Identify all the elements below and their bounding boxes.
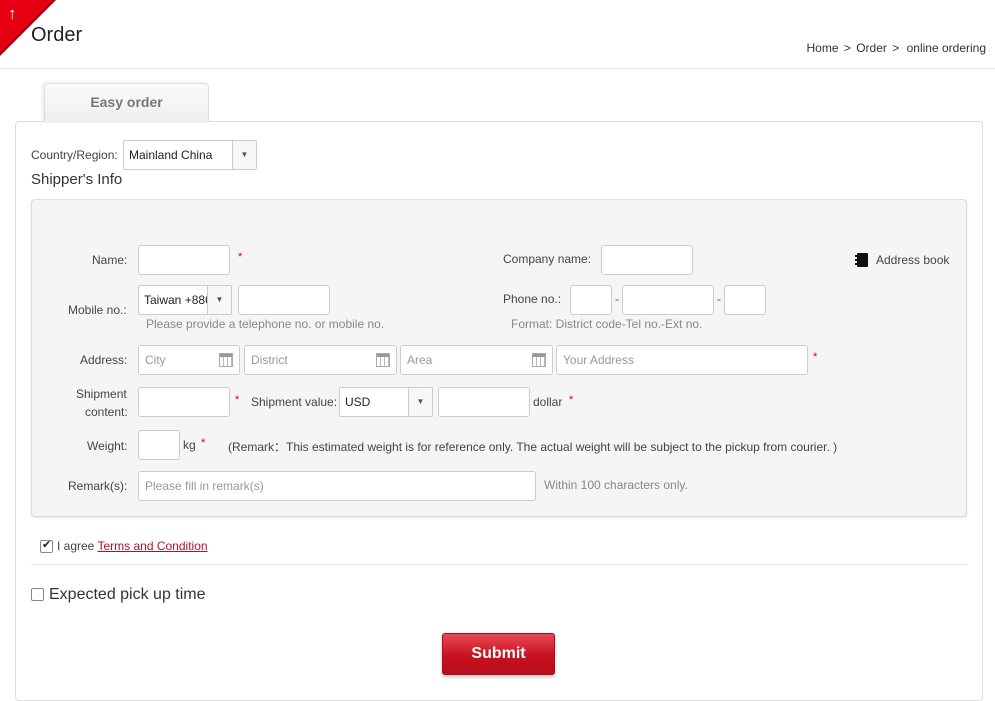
remarks-placeholder: Please fill in remark(s) <box>145 479 264 493</box>
page-title: Order <box>31 24 83 46</box>
pickup-time-label[interactable]: Expected pick up time <box>49 586 206 604</box>
street-address-placeholder: Your Address <box>563 353 634 367</box>
calendar-icon[interactable] <box>219 353 233 367</box>
country-select-value: Mainland China <box>129 148 213 162</box>
phone-dash: - <box>717 292 721 306</box>
section-title: Shipper's Info <box>31 171 123 188</box>
remarks-label: Remark(s): <box>68 479 128 493</box>
company-input[interactable] <box>601 245 693 275</box>
shipment-value-label: Shipment value: <box>251 395 338 409</box>
mobile-input[interactable] <box>238 285 330 315</box>
remarks-hint: Within 100 characters only. <box>544 478 688 492</box>
mobile-label: Mobile no.: <box>68 303 127 317</box>
currency-select[interactable]: USD ▼ <box>339 387 433 417</box>
terms-link[interactable]: Terms and Condition <box>97 539 207 553</box>
agree-text: I agree Terms and Condition <box>57 539 208 553</box>
city-placeholder: City <box>145 353 166 367</box>
phone-district-input[interactable] <box>570 285 612 315</box>
breadcrumb-separator: > <box>843 41 851 55</box>
phone-ext-input[interactable] <box>724 285 766 315</box>
shipment-value-input[interactable] <box>438 387 530 417</box>
chevron-down-icon[interactable]: ▼ <box>408 388 432 416</box>
phone-dash: - <box>615 292 619 306</box>
breadcrumb-separator: > <box>892 41 900 55</box>
company-label: Company name: <box>503 252 592 266</box>
phone-number-input[interactable] <box>622 285 714 315</box>
arrow-up-icon[interactable]: ↑ <box>8 5 17 22</box>
phone-label: Phone no.: <box>503 292 562 306</box>
weight-label: Weight: <box>87 439 128 453</box>
name-label: Name: <box>92 253 128 267</box>
shipment-content-input[interactable] <box>138 387 230 417</box>
street-address-input[interactable]: Your Address <box>556 345 808 375</box>
chevron-down-icon[interactable]: ▼ <box>232 141 256 169</box>
area-placeholder: Area <box>407 353 433 367</box>
breadcrumb-order[interactable]: Order <box>856 41 887 55</box>
submit-button[interactable]: Submit <box>442 633 555 675</box>
currency-value: USD <box>345 395 371 409</box>
remarks-input[interactable]: Please fill in remark(s) <box>138 471 536 501</box>
dollar-label: dollar <box>533 395 563 409</box>
calendar-icon[interactable] <box>532 353 546 367</box>
header-divider <box>0 68 995 69</box>
country-select[interactable]: Mainland China ▼ <box>123 140 257 170</box>
tab-joint <box>45 120 208 123</box>
breadcrumb: Home > Order > online ordering <box>807 41 989 55</box>
pickup-time-checkbox[interactable] <box>31 588 44 601</box>
phone-hint: Please provide a telephone no. or mobile… <box>146 317 385 331</box>
name-input[interactable] <box>138 245 230 275</box>
mobile-country-code-value: Taiwan +886 <box>144 293 212 307</box>
chevron-down-icon[interactable]: ▼ <box>207 286 231 314</box>
agree-prefix: I agree <box>57 539 95 553</box>
breadcrumb-current: online ordering <box>906 41 986 55</box>
address-book-link[interactable]: Address book <box>876 253 949 267</box>
address-book-icon[interactable] <box>855 253 868 267</box>
phone-format-hint: Format: District code-Tel no.-Ext no. <box>511 317 703 331</box>
shipment-content-label: Shipment <box>76 387 127 401</box>
breadcrumb-home[interactable]: Home <box>807 41 839 55</box>
country-label: Country/Region: <box>31 148 118 162</box>
required-mark: * <box>235 394 240 406</box>
weight-input[interactable] <box>138 430 180 460</box>
tab-easy-order[interactable]: Easy order <box>44 83 209 122</box>
mobile-country-code-select[interactable]: Taiwan +886 ▼ <box>138 285 232 315</box>
shipment-content-label-2: content: <box>85 405 128 419</box>
section-divider <box>31 564 967 565</box>
district-input[interactable]: District <box>244 345 397 375</box>
area-input[interactable]: Area <box>400 345 553 375</box>
required-mark: * <box>813 351 818 363</box>
address-label: Address: <box>80 353 128 367</box>
required-mark: * <box>569 394 574 406</box>
calendar-icon[interactable] <box>376 353 390 367</box>
agree-checkbox[interactable] <box>40 538 53 553</box>
weight-remark: (Remark：This estimated weight is for ref… <box>228 440 838 454</box>
weight-unit: kg <box>183 438 196 452</box>
required-mark: * <box>238 251 243 263</box>
district-placeholder: District <box>251 353 288 367</box>
required-mark: * <box>201 437 206 449</box>
city-input[interactable]: City <box>138 345 240 375</box>
